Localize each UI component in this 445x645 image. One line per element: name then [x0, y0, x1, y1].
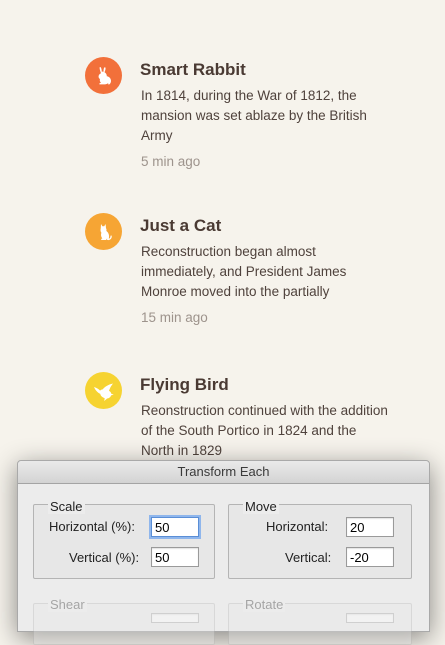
cat-icon [100, 223, 112, 240]
scale-vertical-input[interactable] [151, 547, 199, 567]
dialog-title[interactable]: Transform Each [18, 461, 429, 484]
item-title: Flying Bird [140, 375, 229, 394]
move-horizontal-input[interactable] [346, 517, 394, 537]
item-time: 5 min ago [141, 154, 201, 169]
item-time: 15 min ago [141, 310, 208, 325]
rabbit-avatar [85, 57, 122, 94]
move-horizontal-label: Horizontal: [266, 519, 329, 534]
move-group-label: Move [243, 499, 279, 514]
transform-each-dialog: Transform Each Scale Horizontal (%): Ver… [17, 460, 430, 645]
bird-icon [93, 383, 114, 401]
item-body: Reonstruction continued with the additio… [141, 403, 388, 458]
item-body: Reconstruction began almost immediately,… [141, 244, 347, 299]
cat-avatar [85, 213, 122, 250]
item-body: In 1814, during the War of 1812, the man… [141, 88, 367, 143]
shear-group-label: Shear [48, 597, 87, 612]
bird-avatar [85, 372, 122, 409]
scale-vertical-label: Vertical (%): [69, 550, 140, 565]
move-vertical-input[interactable] [346, 547, 394, 567]
rotate-input[interactable] [346, 613, 394, 623]
rotate-group-label: Rotate [243, 597, 286, 612]
move-vertical-label: Vertical: [285, 550, 332, 565]
scale-horizontal-label: Horizontal (%): [49, 519, 135, 534]
move-group [228, 504, 412, 579]
scale-horizontal-input[interactable] [151, 517, 199, 537]
shear-input[interactable] [151, 613, 199, 623]
item-title: Smart Rabbit [140, 60, 246, 79]
scale-group-label: Scale [48, 499, 85, 514]
scale-group [33, 504, 215, 579]
rabbit-icon [98, 66, 111, 84]
item-title: Just a Cat [140, 216, 222, 235]
